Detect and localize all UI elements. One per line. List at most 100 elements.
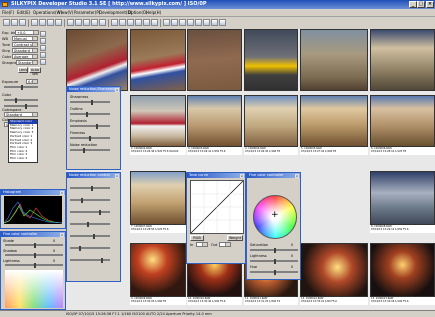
thumbnail-13[interactable]: [370, 171, 435, 225]
close-button[interactable]: ×: [426, 1, 434, 8]
open-folder-icon[interactable]: [3, 19, 10, 26]
color-slider-2[interactable]: [4, 104, 38, 109]
sharpness-select[interactable]: Standard: [16, 60, 38, 65]
thumbnail-1[interactable]: [66, 29, 128, 91]
zoom-out-icon[interactable]: [119, 19, 126, 26]
print-icon[interactable]: [19, 19, 26, 26]
menu-help[interactable]: Help(H): [146, 10, 161, 15]
redo-icon[interactable]: [39, 19, 46, 26]
panel-icon-4[interactable]: [40, 52, 46, 58]
grid-view-icon[interactable]: [83, 19, 90, 26]
rgb-button[interactable]: RGB: [190, 235, 204, 241]
close-icon[interactable]: ×: [240, 173, 244, 178]
color-style-list[interactable]: Standard color Memory color 1 Memory color…: [8, 119, 38, 163]
thumbnail-7[interactable]: [130, 95, 186, 147]
thumbnail-2[interactable]: [130, 29, 186, 91]
thumbnail-3[interactable]: [187, 29, 242, 91]
sharpness-slider[interactable]: [70, 100, 110, 105]
close-icon[interactable]: ×: [60, 190, 64, 195]
close-icon[interactable]: ×: [60, 232, 64, 237]
menu-edit[interactable]: Edit(E): [17, 10, 30, 15]
colorspace-select[interactable]: Standard: [4, 112, 38, 117]
noise-slider-2[interactable]: [70, 198, 110, 203]
rotate-right-icon[interactable]: [75, 19, 82, 26]
save-icon[interactable]: [11, 19, 18, 26]
color-style-option[interactable]: Film color 4: [9, 156, 37, 161]
compare-view-icon[interactable]: [99, 19, 106, 26]
saturation-slider[interactable]: [250, 248, 298, 253]
noise-reduction-slider[interactable]: [70, 148, 110, 153]
close-icon[interactable]: ×: [115, 173, 119, 178]
lens-icon[interactable]: [203, 19, 210, 26]
color-slider-1[interactable]: [4, 98, 38, 103]
in-field[interactable]: [196, 242, 208, 247]
lens-button[interactable]: Lens: [18, 67, 28, 73]
maximize-button[interactable]: □: [417, 1, 425, 8]
develop-icon[interactable]: [143, 19, 150, 26]
outline-slider[interactable]: [70, 112, 110, 117]
paste-icon[interactable]: [55, 19, 62, 26]
noise-slider-3[interactable]: [70, 210, 110, 215]
menu-option[interactable]: Option(O): [128, 10, 148, 15]
lightness-slider[interactable]: [5, 263, 63, 268]
thumbnail-6[interactable]: [370, 29, 435, 91]
thumbnail-8[interactable]: [187, 95, 242, 147]
fit-icon[interactable]: [127, 19, 134, 26]
sharp-select[interactable]: Standard: [12, 48, 38, 53]
exp-bias-field[interactable]: +0.0: [15, 30, 39, 35]
rotate-left-icon[interactable]: [67, 19, 74, 26]
noise-icon[interactable]: [195, 19, 202, 26]
thumbnail-12[interactable]: [130, 171, 186, 225]
out-field[interactable]: [219, 242, 231, 247]
wb-select[interactable]: Manual: [12, 36, 38, 41]
color-icon[interactable]: [179, 19, 186, 26]
minimize-button[interactable]: _: [409, 1, 417, 8]
thumbnail-14[interactable]: [130, 243, 186, 297]
lightness-field-slider[interactable]: [250, 259, 298, 264]
auto-wb-button[interactable]: Auto WB: [29, 67, 41, 76]
noise-slider-4[interactable]: [70, 222, 110, 227]
close-icon[interactable]: ×: [295, 173, 299, 178]
histogram-icon[interactable]: [163, 19, 170, 26]
color-palette[interactable]: [5, 270, 63, 308]
sharpness-icon[interactable]: [187, 19, 194, 26]
menu-file[interactable]: File(F): [2, 10, 14, 15]
thumbnail-5[interactable]: [300, 29, 368, 91]
color-select[interactable]: Average: [12, 54, 38, 59]
tone-curve-graph[interactable]: [190, 180, 244, 234]
hue-slider[interactable]: [250, 270, 298, 275]
zoom-in-icon[interactable]: [111, 19, 118, 26]
crop-icon[interactable]: [211, 19, 218, 26]
panel-icon-3[interactable]: [40, 45, 46, 51]
weight-button[interactable]: Weight: [227, 235, 243, 241]
shade-slider[interactable]: [5, 243, 63, 248]
noise-slider-6[interactable]: [70, 246, 110, 251]
menu-parameter[interactable]: Parameter(P): [74, 10, 100, 15]
batch-develop-icon[interactable]: [151, 19, 158, 26]
mark-icon[interactable]: [135, 19, 142, 26]
thumbnail-11[interactable]: [370, 95, 435, 147]
panel-icon-1[interactable]: [40, 31, 46, 37]
panel-icon-5[interactable]: [40, 59, 46, 65]
tone-icon[interactable]: [171, 19, 178, 26]
menu-view[interactable]: View(V): [58, 10, 73, 15]
panel-icon-2[interactable]: [40, 38, 46, 44]
emphasis-slider[interactable]: [70, 124, 110, 129]
thumbnail-10[interactable]: [300, 95, 368, 147]
thumbnail-18[interactable]: [370, 243, 435, 297]
noise-slider-5[interactable]: [70, 234, 110, 239]
fineness-slider[interactable]: [70, 136, 110, 141]
thumbnail-17[interactable]: [300, 243, 368, 297]
thumbnail-9[interactable]: [244, 95, 298, 147]
close-icon[interactable]: ×: [115, 87, 119, 92]
exposure-field[interactable]: 0.00: [26, 79, 38, 84]
noise-slider-1[interactable]: [70, 186, 110, 191]
copy-icon[interactable]: [47, 19, 54, 26]
single-view-icon[interactable]: [91, 19, 98, 26]
thumbnail-4[interactable]: [244, 29, 298, 91]
exposure-slider[interactable]: [4, 85, 38, 90]
tone-select[interactable]: Contrast setting: [12, 42, 38, 47]
shadow-slider[interactable]: [5, 253, 63, 258]
noise-slider-7[interactable]: [70, 258, 110, 263]
crosshair-icon[interactable]: +: [271, 211, 279, 220]
